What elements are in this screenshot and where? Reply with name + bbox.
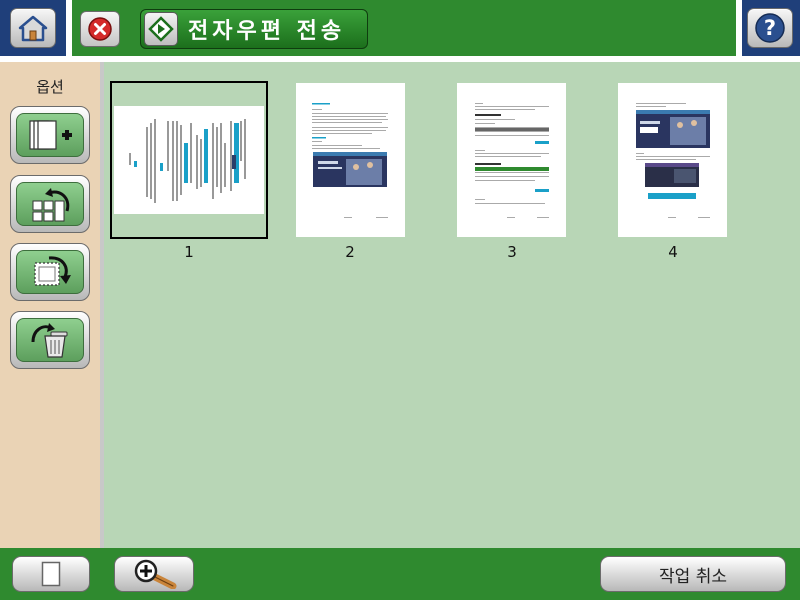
- add-page-icon: [29, 120, 72, 150]
- page-number-label: 4: [668, 243, 678, 261]
- page-thumbnail[interactable]: [618, 83, 727, 237]
- home-button[interactable]: [10, 8, 56, 48]
- page-number-label: 3: [507, 243, 517, 261]
- bottom-bar: 작업 취소: [0, 548, 800, 600]
- rotate-page-button-face: [16, 182, 84, 226]
- zoom-button[interactable]: [114, 556, 194, 592]
- top-bar: 전자우편 전송 ?: [0, 0, 800, 62]
- rotate-image-button[interactable]: [10, 243, 90, 301]
- page-preview-image: [475, 103, 549, 218]
- page-preview-image: [114, 106, 264, 214]
- cancel-x-icon: [88, 17, 112, 41]
- rotate-image-button-face: [16, 250, 84, 294]
- page-view-button[interactable]: [12, 556, 90, 592]
- page-thumbnail[interactable]: [296, 83, 405, 237]
- page-thumbnail[interactable]: [457, 83, 566, 237]
- page-preview-image: [636, 103, 710, 218]
- delete-page-button-face: [16, 318, 84, 362]
- add-page-button-face: [16, 113, 84, 157]
- add-page-button[interactable]: [10, 106, 90, 164]
- delete-page-button[interactable]: [10, 311, 90, 369]
- page-preview-image: [312, 103, 388, 218]
- single-page-icon: [41, 561, 61, 587]
- help-question-icon: ?: [755, 13, 785, 43]
- options-title: 옵션: [36, 78, 64, 96]
- cancel-job-button[interactable]: 작업 취소: [600, 556, 786, 592]
- cancel-button[interactable]: [80, 11, 120, 47]
- page-thumbnail[interactable]: [110, 81, 268, 239]
- start-send-icon: [144, 12, 178, 46]
- page-title: 전자우편 전송: [188, 19, 346, 44]
- rotate-page-button[interactable]: [10, 175, 90, 233]
- home-icon: [18, 15, 48, 42]
- svg-text:?: ?: [764, 16, 776, 40]
- page-number-label: 2: [345, 243, 355, 261]
- rotate-grid-icon: [32, 188, 70, 222]
- rotate-image-icon: [34, 256, 71, 286]
- help-button[interactable]: ?: [747, 8, 793, 48]
- magnifier-zoom-icon: [134, 559, 177, 589]
- recycle-bin-icon: [31, 323, 68, 358]
- send-email-button[interactable]: 전자우편 전송: [140, 9, 368, 49]
- page-number-label: 1: [184, 243, 194, 261]
